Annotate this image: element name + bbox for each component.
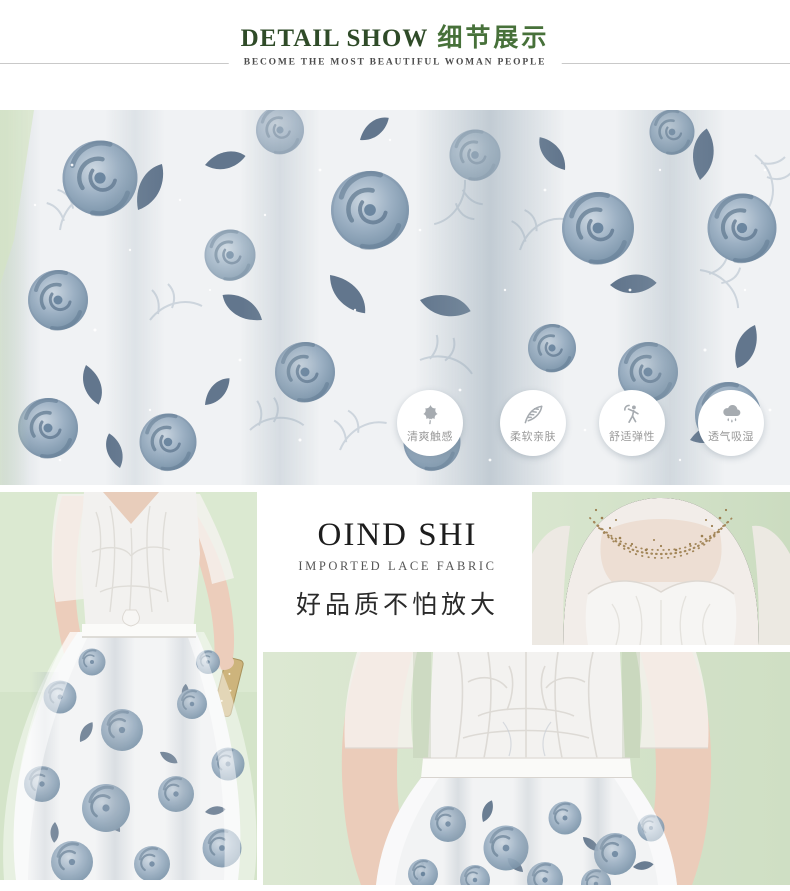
feature-badge: 舒适弹性 bbox=[599, 390, 665, 456]
product-detail-page: DETAIL SHOW 细节展示 BECOME THE MOST BEAUTIFU… bbox=[0, 0, 790, 891]
stretch-person-icon bbox=[621, 403, 644, 426]
quality-slogan: 好品质不怕放大 bbox=[295, 591, 499, 619]
lace-bodice-waist-photo bbox=[263, 651, 790, 891]
model-back-view-photo bbox=[0, 492, 257, 885]
promo-text-panel: OIND SHI IMPORTED LACE FABRIC 好品质不怕放大 bbox=[263, 492, 532, 645]
feature-badge: 清爽触感 bbox=[397, 390, 463, 456]
section-subtitle: BECOME THE MOST BEAUTIFUL WOMAN PEOPLE bbox=[228, 57, 562, 68]
fabric-detail-photo bbox=[0, 110, 790, 485]
feature-badge-label: 透气吸湿 bbox=[708, 430, 754, 443]
feature-badge: 透气吸湿 bbox=[698, 390, 764, 456]
feather-icon bbox=[522, 403, 545, 426]
section-title: DETAIL SHOW 细节展示 bbox=[0, 18, 790, 54]
beaded-neckline-photo bbox=[532, 492, 790, 646]
brand-tagline: IMPORTED LACE FABRIC bbox=[298, 559, 497, 573]
feature-badge-label: 舒适弹性 bbox=[609, 430, 655, 443]
maple-leaf-icon bbox=[419, 403, 442, 426]
feature-badge-label: 柔软亲肤 bbox=[510, 430, 556, 443]
feature-badge: 柔软亲肤 bbox=[500, 390, 566, 456]
brand-name: OIND SHI bbox=[317, 517, 478, 553]
rain-cloud-icon bbox=[720, 403, 743, 426]
feature-badge-label: 清爽触感 bbox=[407, 430, 453, 443]
section-title-cn: 细节展示 bbox=[437, 25, 550, 52]
section-title-en: DETAIL SHOW bbox=[240, 25, 429, 52]
